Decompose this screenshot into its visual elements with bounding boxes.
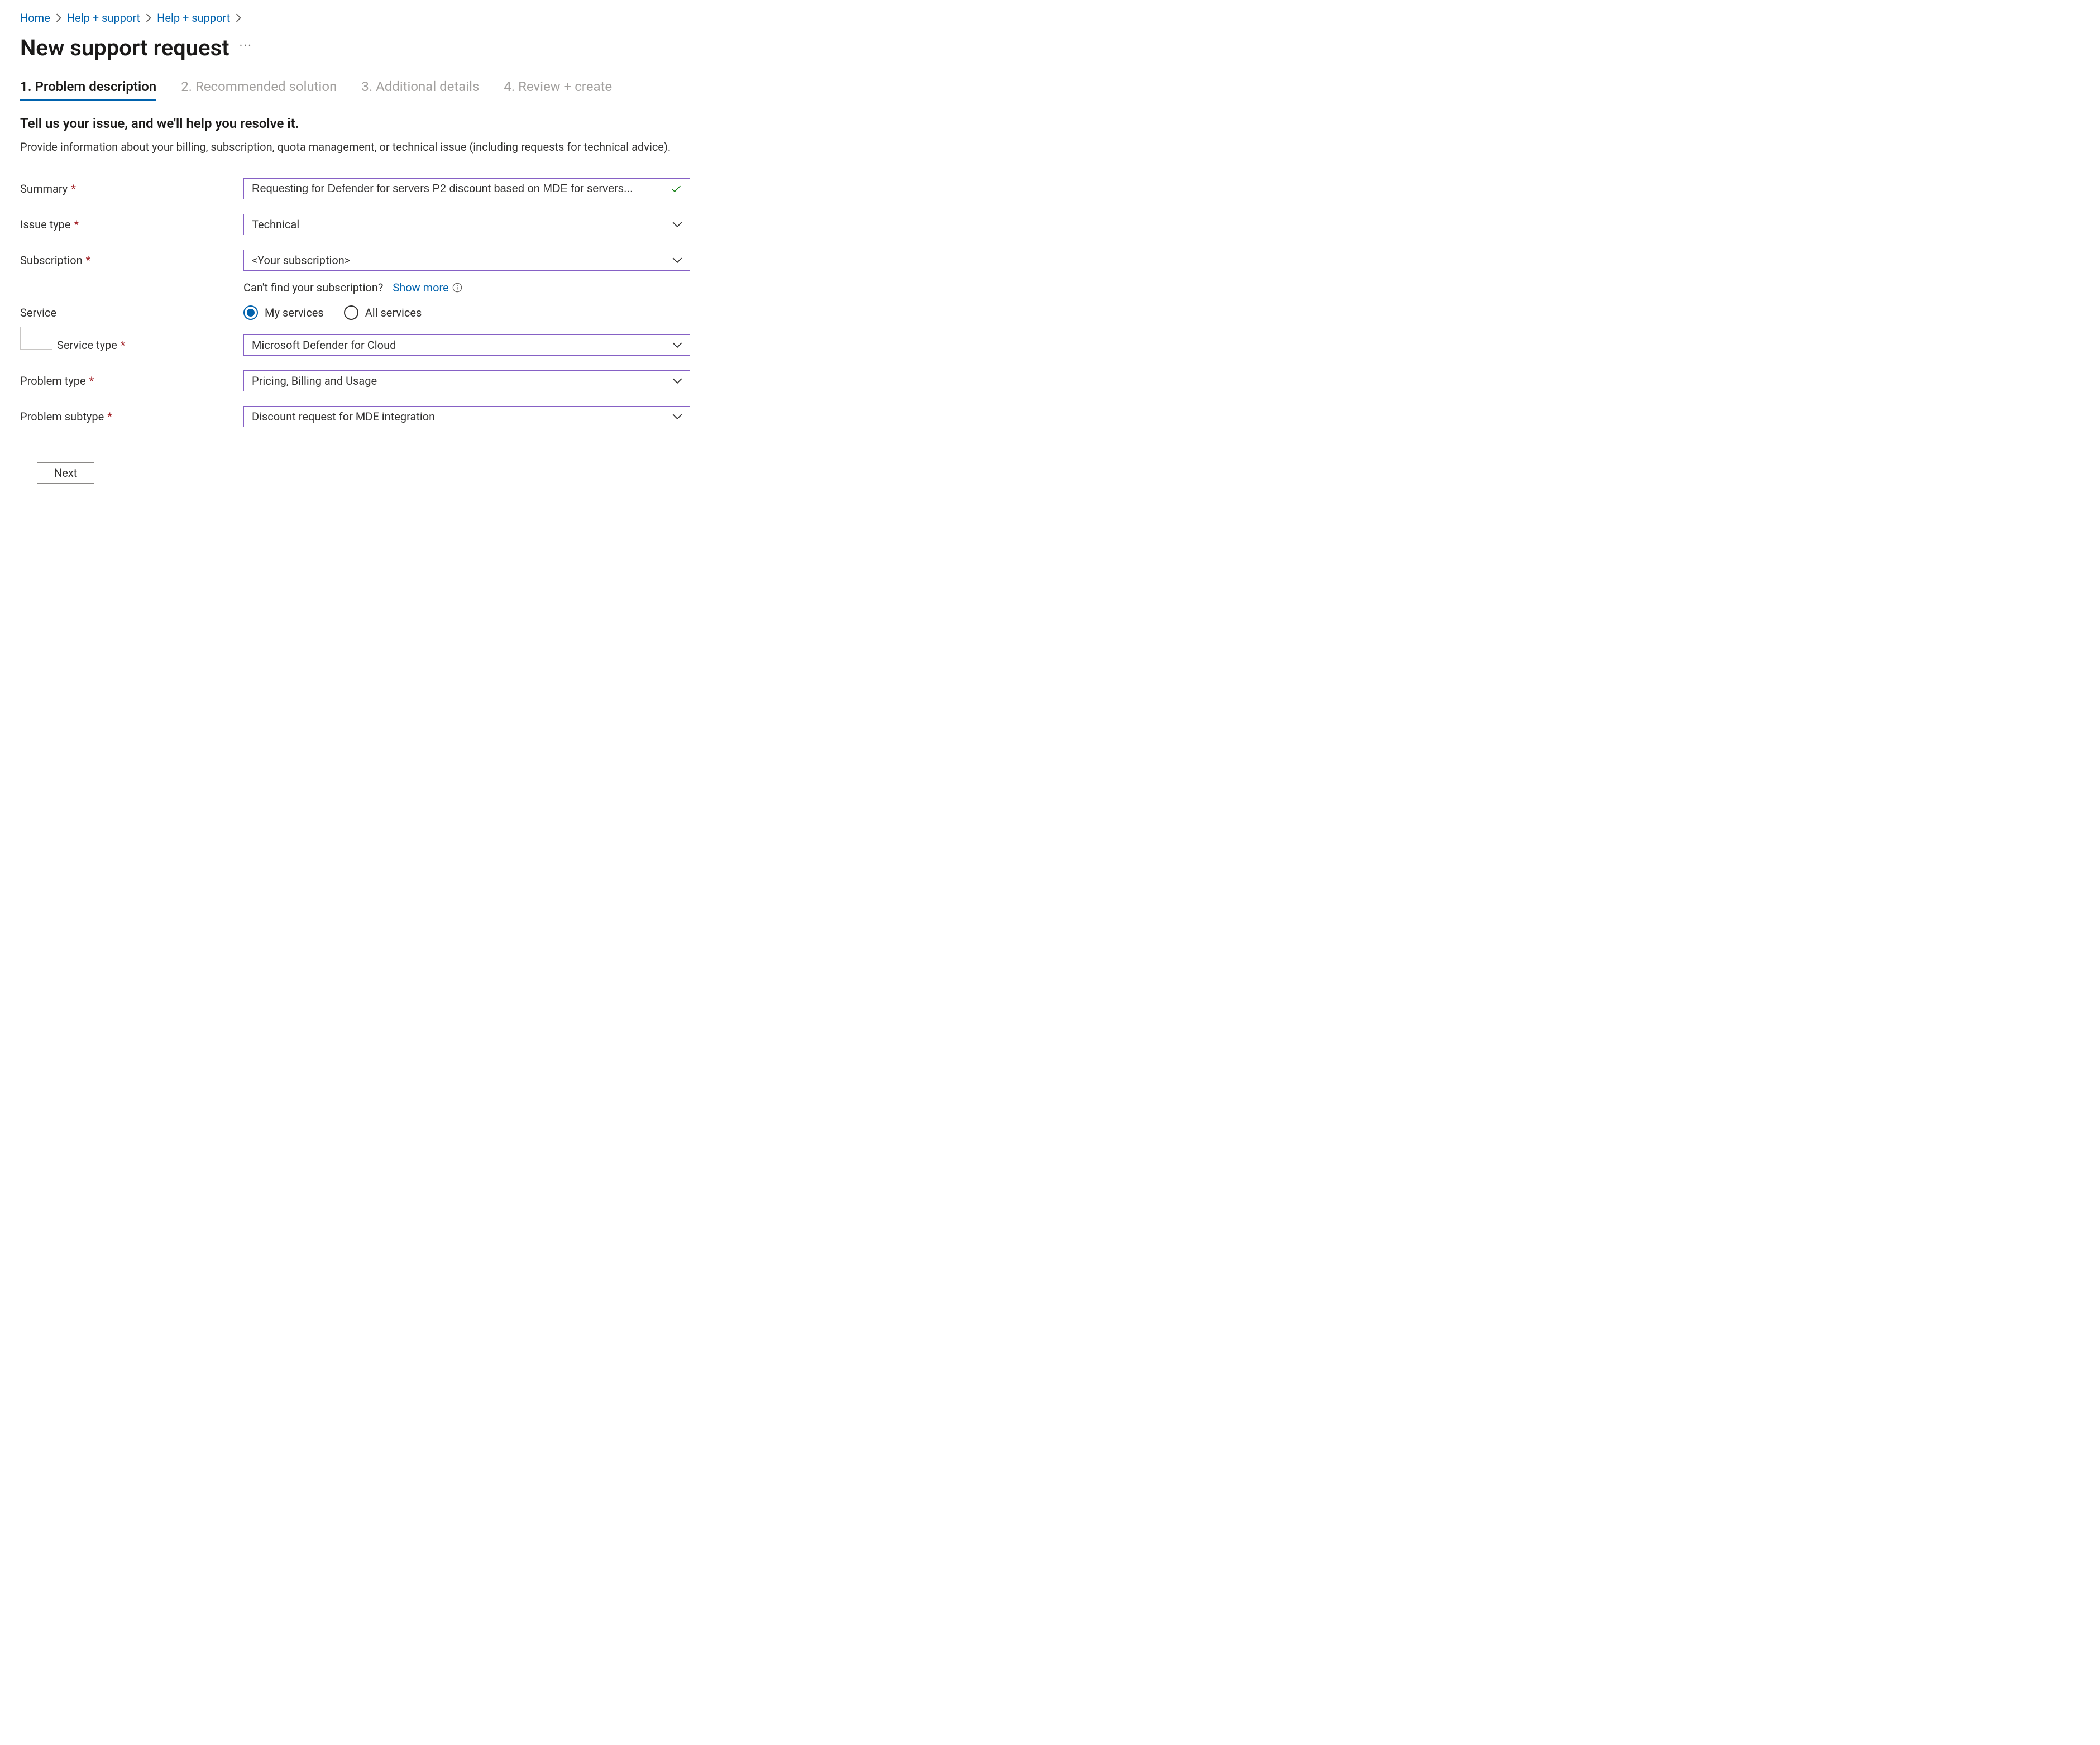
issue-type-select[interactable]: Technical (243, 214, 690, 235)
tab-additional-details[interactable]: 3. Additional details (361, 75, 479, 100)
breadcrumb-help-support-1[interactable]: Help + support (67, 11, 140, 25)
summary-input[interactable] (243, 178, 690, 199)
breadcrumb: Home Help + support Help + support (20, 11, 2080, 25)
tab-recommended-solution[interactable]: 2. Recommended solution (181, 75, 337, 100)
next-button[interactable]: Next (37, 462, 94, 484)
footer-bar: Next (0, 450, 2100, 499)
subscription-hint: Can't find your subscription? Show more (243, 281, 690, 294)
page-title: New support request (20, 35, 229, 61)
service-type-label: Service type* (57, 338, 126, 352)
summary-label: Summary* (20, 182, 243, 195)
wizard-tabs: 1. Problem description 2. Recommended so… (20, 75, 2080, 100)
indent-connector (20, 327, 52, 350)
service-radio-all-label: All services (365, 306, 422, 319)
tab-review-create[interactable]: 4. Review + create (504, 75, 612, 100)
problem-type-select[interactable]: Pricing, Billing and Usage (243, 370, 690, 391)
service-radio-all-services[interactable]: All services (344, 305, 422, 320)
problem-subtype-select[interactable]: Discount request for MDE integration (243, 406, 690, 427)
show-more-link[interactable]: Show more (393, 281, 448, 294)
more-actions-button[interactable]: ··· (240, 39, 252, 56)
section-helper-text: Provide information about your billing, … (20, 139, 679, 155)
chevron-right-icon (236, 13, 241, 22)
breadcrumb-home[interactable]: Home (20, 11, 50, 25)
service-label: Service (20, 306, 243, 319)
service-type-select[interactable]: Microsoft Defender for Cloud (243, 334, 690, 356)
problem-type-label: Problem type* (20, 374, 243, 388)
chevron-right-icon (56, 13, 61, 22)
service-radio-my-services[interactable]: My services (243, 305, 324, 320)
subscription-label: Subscription* (20, 254, 243, 267)
support-form: Summary* Issue type* Technical (20, 178, 690, 427)
info-icon[interactable] (452, 283, 462, 293)
service-radio-my-label: My services (265, 306, 324, 319)
breadcrumb-help-support-2[interactable]: Help + support (157, 11, 230, 25)
problem-subtype-label: Problem subtype* (20, 410, 243, 423)
tab-problem-description[interactable]: 1. Problem description (20, 75, 156, 100)
subscription-select[interactable]: <Your subscription> (243, 250, 690, 271)
section-heading: Tell us your issue, and we'll help you r… (20, 116, 2080, 131)
issue-type-label: Issue type* (20, 218, 243, 231)
chevron-right-icon (146, 13, 151, 22)
